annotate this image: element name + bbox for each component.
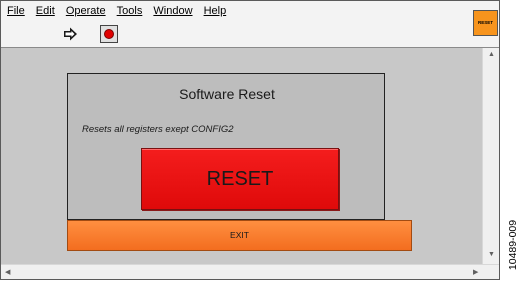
scroll-left-icon[interactable]: ◀ bbox=[5, 268, 10, 276]
exit-button[interactable]: EXIT bbox=[67, 220, 412, 251]
panel-description: Resets all registers exept CONFIG2 bbox=[82, 124, 234, 135]
menu-bar: File Edit Operate Tools Window Help bbox=[1, 1, 499, 23]
front-panel: Software Reset Resets all registers exep… bbox=[1, 48, 482, 264]
vi-icon: RESET bbox=[473, 10, 498, 36]
figure-id-label: 10489-009 bbox=[507, 219, 519, 271]
menu-edit[interactable]: Edit bbox=[36, 1, 55, 17]
panel-title: Software Reset bbox=[179, 86, 275, 102]
software-reset-panel: Software Reset Resets all registers exep… bbox=[67, 73, 385, 220]
run-arrow-icon bbox=[64, 27, 77, 41]
vertical-scrollbar[interactable]: ▲ ▼ bbox=[482, 48, 499, 264]
run-button[interactable] bbox=[61, 25, 79, 43]
reset-button[interactable]: RESET bbox=[141, 148, 339, 210]
app-window: File Edit Operate Tools Window Help RESE… bbox=[0, 0, 500, 280]
figure-id: 10489-009 bbox=[506, 211, 520, 281]
horizontal-scrollbar[interactable]: ◀ ▶ bbox=[1, 264, 499, 279]
menu-help[interactable]: Help bbox=[204, 1, 227, 17]
menu-file[interactable]: File bbox=[7, 1, 25, 17]
scroll-right-icon[interactable]: ▶ bbox=[473, 268, 478, 276]
scroll-up-icon[interactable]: ▲ bbox=[488, 51, 495, 58]
menu-window[interactable]: Window bbox=[153, 1, 192, 17]
menu-tools[interactable]: Tools bbox=[117, 1, 143, 17]
toolbar bbox=[1, 23, 499, 48]
scroll-down-icon[interactable]: ▼ bbox=[488, 251, 495, 258]
menu-operate[interactable]: Operate bbox=[66, 1, 106, 17]
stop-icon bbox=[104, 29, 114, 39]
abort-button[interactable] bbox=[100, 25, 118, 43]
